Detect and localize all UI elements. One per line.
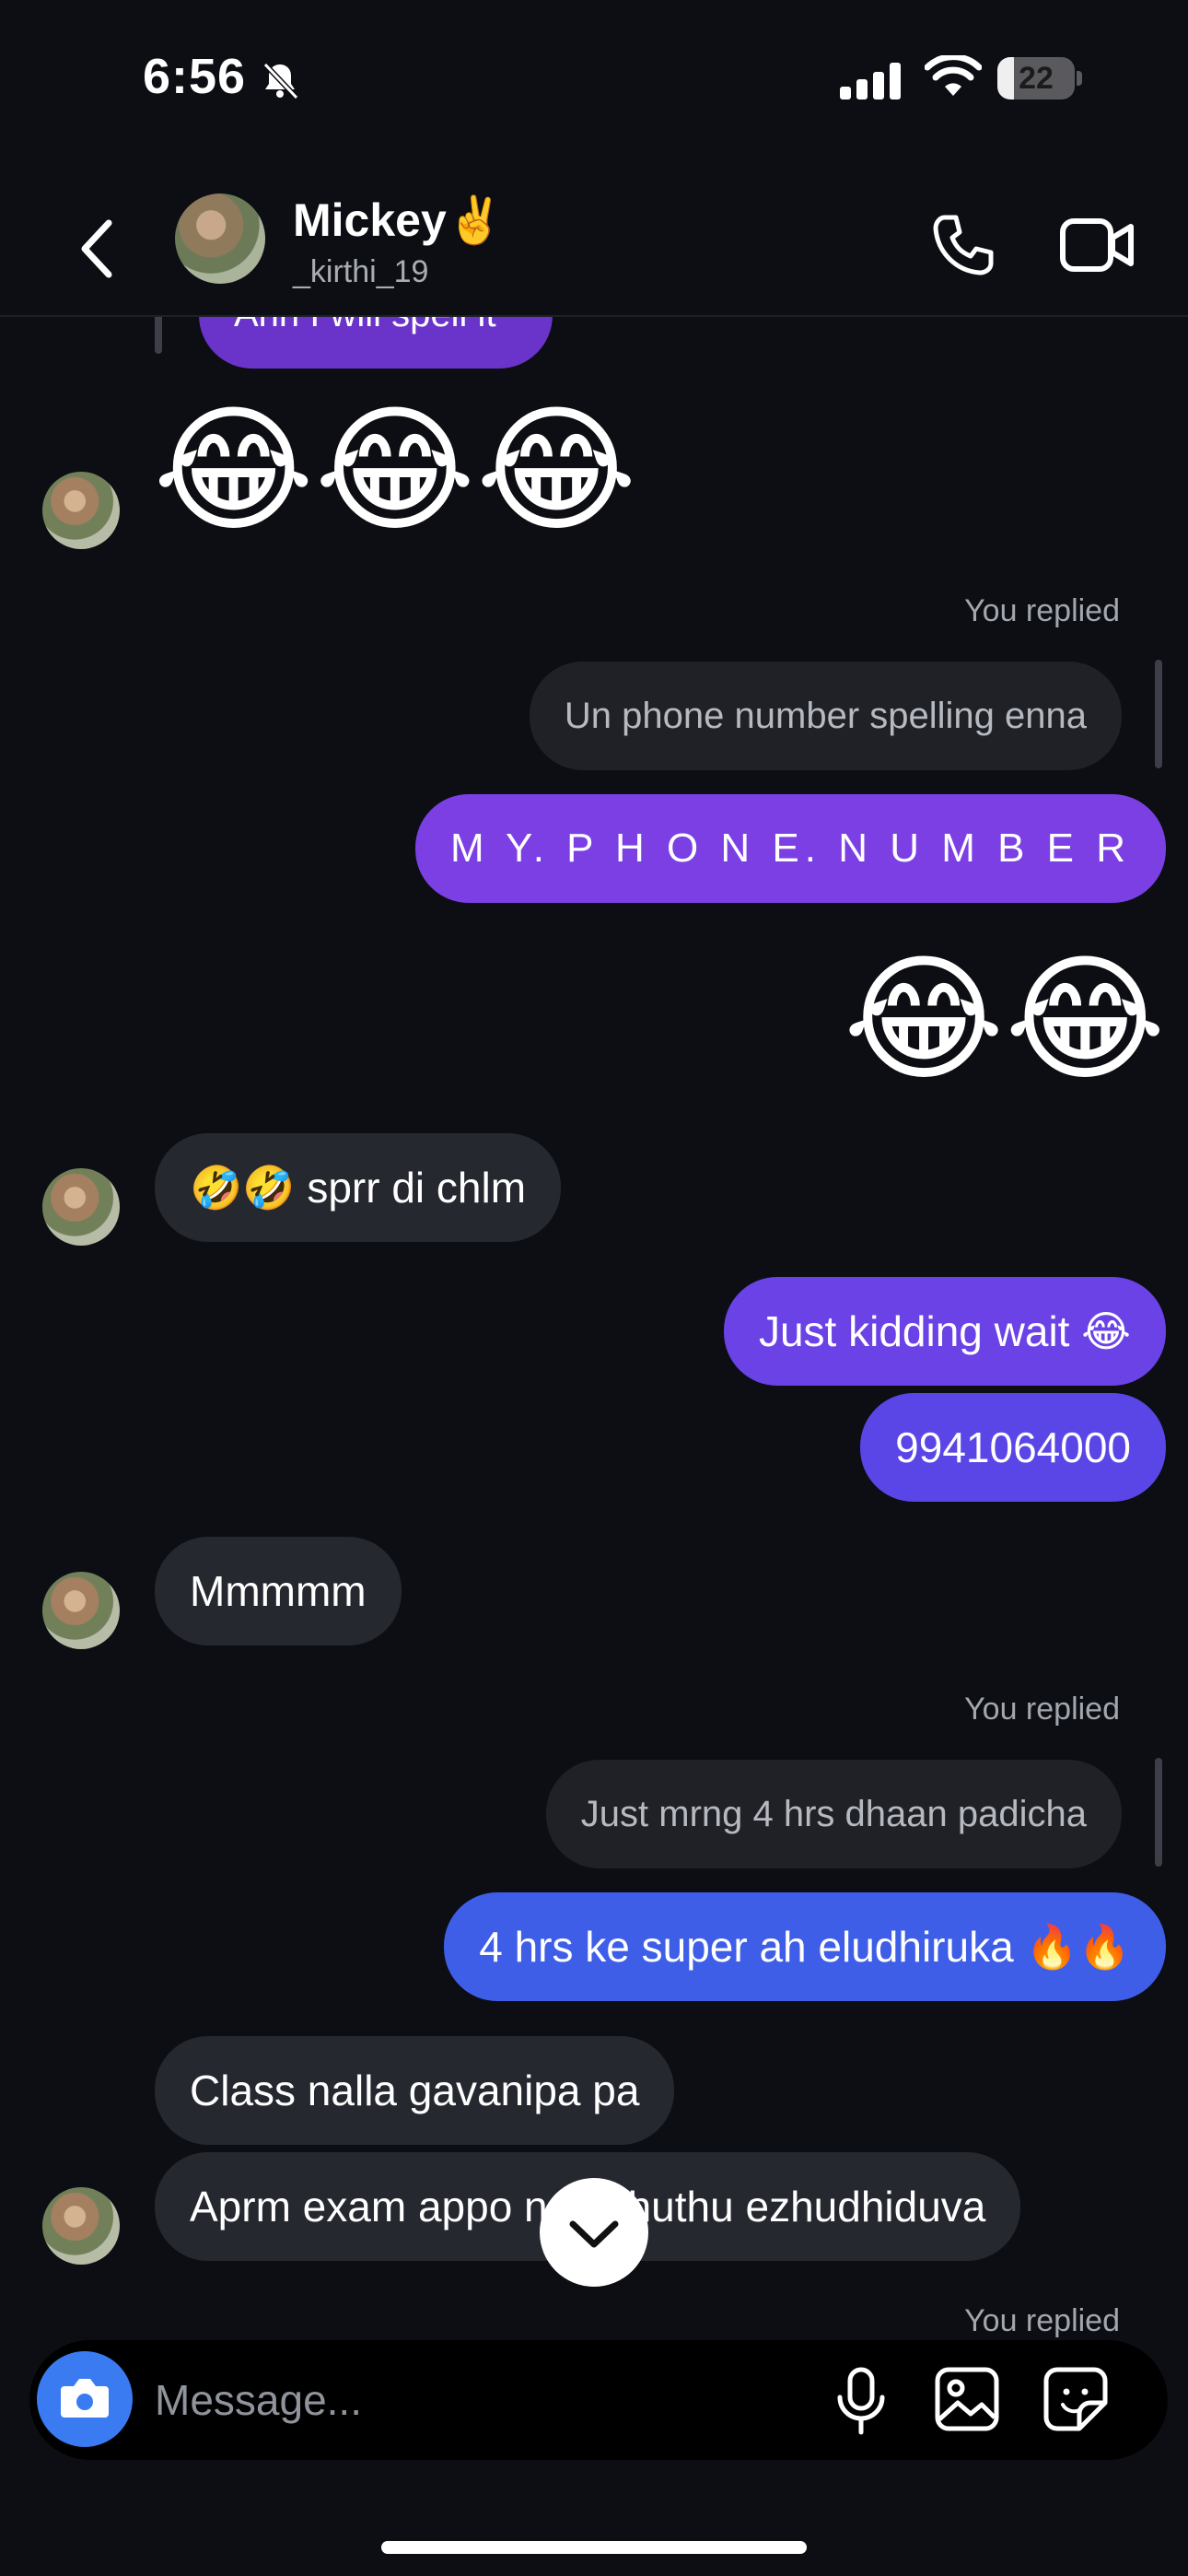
message-bubble[interactable]: 9941064000: [860, 1393, 1166, 1502]
message-bubble[interactable]: 🤣🤣 sprr di chlm: [155, 1133, 562, 1242]
message-text: M Y. P H O N E. N U M B E R: [449, 825, 1131, 871]
bell-slash-icon: [262, 62, 299, 100]
battery-percent: 22: [1019, 61, 1054, 96]
contact-avatar[interactable]: [42, 2187, 120, 2265]
message-text: 🤣🤣 sprr di chlm: [190, 1164, 527, 1212]
reply-bar: [1155, 660, 1162, 768]
message-bubble[interactable]: Class nalla gavanipa pa: [155, 2036, 675, 2145]
image-icon[interactable]: [934, 2366, 1000, 2432]
battery-icon: 22: [997, 57, 1082, 100]
video-icon[interactable]: [1059, 212, 1135, 278]
message-bubble[interactable]: M Y. P H O N E. N U M B E R: [414, 794, 1166, 903]
message-text: 4 hrs ke super ah eludhiruka 🔥🔥: [479, 1923, 1131, 1971]
mic-icon[interactable]: [831, 2366, 891, 2436]
home-indicator[interactable]: [381, 2541, 807, 2554]
camera-button[interactable]: [37, 2351, 133, 2447]
contact-avatar[interactable]: [42, 1572, 120, 1649]
you-replied-label: You replied: [964, 2303, 1120, 2338]
message-text: Class nalla gavanipa pa: [190, 2067, 640, 2114]
chevron-left-icon[interactable]: [72, 212, 127, 286]
chat-header: Mickey✌️ _kirthi_19: [0, 175, 1188, 317]
contact-name[interactable]: Mickey✌️: [293, 193, 504, 248]
message-text: Mmmmm: [190, 1567, 367, 1615]
camera-icon: [61, 2379, 109, 2418]
chevron-down-icon: [569, 2220, 619, 2248]
message-bubble[interactable]: Just kidding wait 😂: [723, 1277, 1166, 1386]
contact-avatar[interactable]: [175, 193, 265, 284]
signal-icon: [840, 63, 906, 100]
emoji-message[interactable]: 😂😂: [843, 945, 1166, 1093]
message-list[interactable]: Ahh I will spell it 😂😂😂 You replied Un p…: [0, 260, 1188, 2344]
contact-avatar[interactable]: [42, 1168, 120, 1246]
you-replied-label: You replied: [964, 593, 1120, 628]
scroll-to-bottom-button[interactable]: [540, 2178, 648, 2287]
message-text: Just kidding wait 😂: [758, 1307, 1131, 1355]
message-text: 9941064000: [895, 1423, 1131, 1471]
contact-avatar[interactable]: [42, 472, 120, 549]
message-bubble[interactable]: Mmmmm: [155, 1537, 402, 1645]
reply-quote[interactable]: Un phone number spelling enna: [529, 662, 1122, 770]
reply-bar: [1155, 1758, 1162, 1867]
sticker-icon[interactable]: [1042, 2366, 1109, 2432]
emoji-message[interactable]: 😂😂😂: [153, 396, 637, 544]
message-input[interactable]: [155, 2340, 799, 2460]
reply-quote[interactable]: Just mrng 4 hrs dhaan padicha: [545, 1760, 1122, 1868]
contact-handle[interactable]: _kirthi_19: [293, 254, 428, 290]
message-bubble[interactable]: 4 hrs ke super ah eludhiruka 🔥🔥: [444, 1892, 1166, 2001]
status-time: 6:56: [143, 49, 247, 104]
message-composer: [29, 2340, 1168, 2460]
wifi-icon: [925, 55, 982, 96]
you-replied-label: You replied: [964, 1692, 1120, 1727]
phone-icon[interactable]: [930, 212, 996, 278]
